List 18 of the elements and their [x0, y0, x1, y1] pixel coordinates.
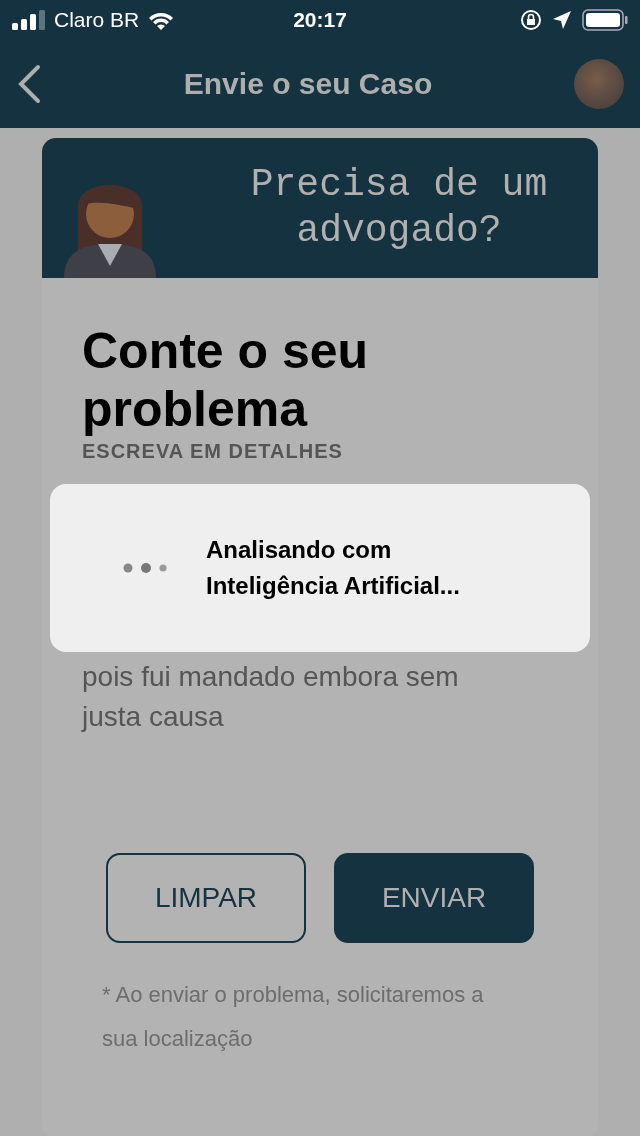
status-time: 20:17	[293, 8, 347, 32]
form-subtitle: ESCREVA EM DETALHES	[82, 440, 343, 463]
form-title: Conte o seu problema	[82, 322, 370, 438]
rotation-lock-icon	[520, 9, 542, 31]
location-icon	[552, 10, 572, 30]
send-button[interactable]: ENVIAR	[334, 853, 534, 943]
location-note: * Ao enviar o problema, solicitaremos a sua localização	[102, 981, 485, 1053]
wifi-icon	[147, 10, 176, 30]
loading-dots-icon	[122, 561, 168, 575]
problem-field[interactable]: pois fui mandado embora sem justa causa	[82, 657, 502, 737]
banner-headline: Precisa de um advogado?	[249, 162, 549, 254]
clear-button[interactable]: LIMPAR	[106, 853, 306, 943]
back-icon[interactable]	[16, 64, 42, 104]
signal-icon	[12, 10, 46, 30]
carrier-name: Claro BR	[54, 8, 140, 32]
loading-message: Analisando com Inteligência Artificial...	[206, 535, 461, 601]
battery-icon	[582, 9, 628, 31]
screen-title: Envie o seu Caso	[182, 67, 434, 101]
